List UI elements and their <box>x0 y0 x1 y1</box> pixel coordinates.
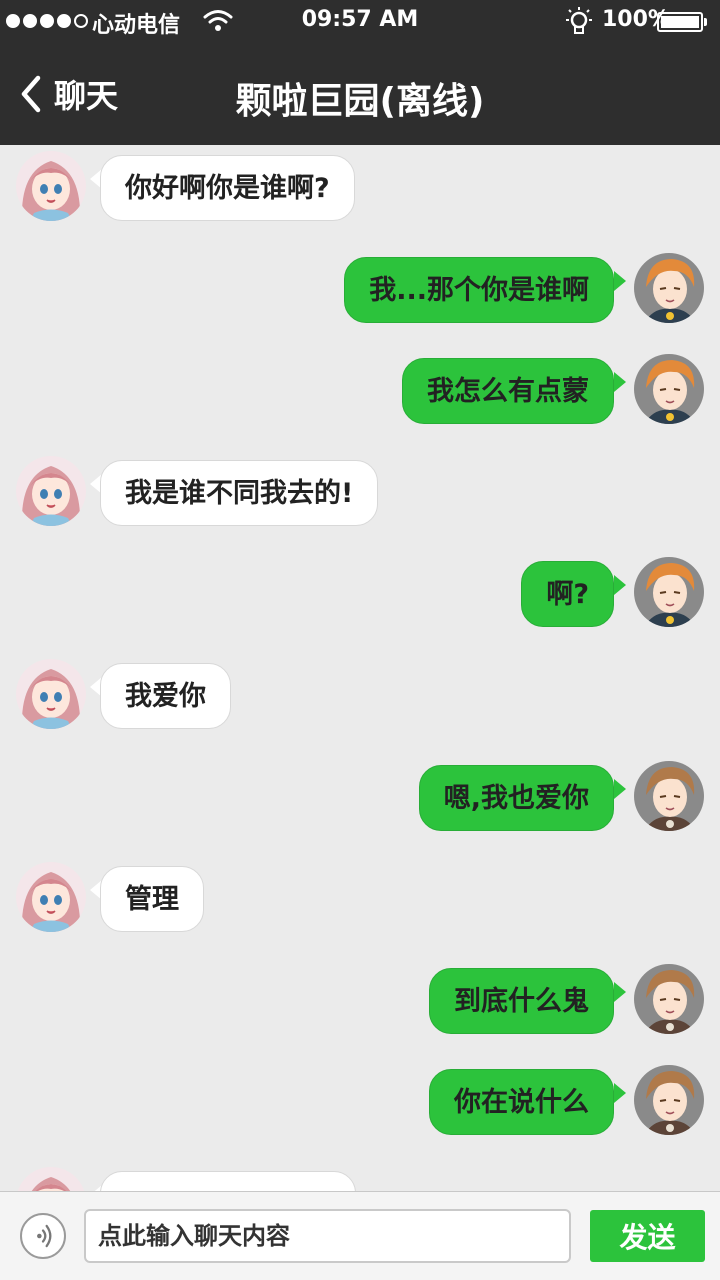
outgoing-message: 到底什么鬼 <box>0 958 720 1034</box>
bubble-tail <box>614 575 626 595</box>
pink-hair-girl-avatar[interactable] <box>16 862 86 932</box>
send-button[interactable]: 发送 <box>590 1210 705 1262</box>
voice-icon[interactable] <box>20 1213 66 1259</box>
pink-hair-girl-avatar[interactable] <box>16 659 86 729</box>
message-bubble[interactable]: 管理 <box>100 866 204 932</box>
incoming-message: 我是谁不同我去的! <box>0 450 720 526</box>
pink-hair-girl-avatar[interactable] <box>16 456 86 526</box>
outgoing-message: 我怎么有点蒙 <box>0 348 720 424</box>
brown-hair-boy-avatar[interactable] <box>634 761 704 831</box>
pink-hair-girl-avatar[interactable] <box>16 151 86 221</box>
pink-hair-girl-avatar[interactable] <box>16 1167 86 1191</box>
message-bubble[interactable]: 到底什么鬼 <box>429 968 614 1034</box>
message-bubble[interactable]: 你好啊你是谁啊? <box>100 155 355 221</box>
top-bar: 心动电信 09:57 AM 100% 聊天 颗啦巨园(离线) <box>0 0 720 145</box>
brown-hair-boy-avatar[interactable] <box>634 1065 704 1135</box>
chat-input[interactable] <box>84 1209 571 1263</box>
bubble-tail <box>614 1083 626 1103</box>
nav-bar: 聊天 颗啦巨园(离线) <box>0 44 720 145</box>
orange-hair-boy-winking-avatar[interactable] <box>634 253 704 323</box>
incoming-message: 管理 <box>0 856 720 932</box>
incoming-message: 你好啊你是谁啊? <box>0 145 720 221</box>
status-bar: 心动电信 09:57 AM 100% <box>0 0 720 44</box>
incoming-message <box>0 1161 720 1191</box>
outgoing-message: 我...那个你是谁啊 <box>0 247 720 323</box>
message-bubble[interactable]: 啊? <box>521 561 614 627</box>
message-bubble[interactable]: 我...那个你是谁啊 <box>344 257 614 323</box>
orange-hair-boy-winking-avatar[interactable] <box>634 557 704 627</box>
outgoing-message: 你在说什么 <box>0 1059 720 1135</box>
bubble-tail <box>614 779 626 799</box>
message-list[interactable]: 你好啊你是谁啊? 我...那个你是谁啊我怎么有点蒙 我是谁不同我去的! 啊? 我爱你嗯,… <box>0 145 720 1191</box>
lightbulb-icon <box>566 7 592 34</box>
battery-icon <box>657 12 703 32</box>
battery-tip <box>704 18 707 26</box>
chat-title: 颗啦巨园(离线) <box>235 81 485 122</box>
message-bubble[interactable]: 我是谁不同我去的! <box>100 460 379 526</box>
message-bubble[interactable] <box>100 1171 356 1191</box>
message-bubble[interactable]: 我爱你 <box>100 663 231 729</box>
message-bubble[interactable]: 我怎么有点蒙 <box>402 358 614 424</box>
orange-hair-boy-winking-avatar[interactable] <box>634 354 704 424</box>
message-bubble[interactable]: 你在说什么 <box>429 1069 614 1135</box>
battery-level <box>661 16 699 28</box>
outgoing-message: 啊? <box>0 551 720 627</box>
incoming-message: 我爱你 <box>0 653 720 729</box>
message-bubble[interactable]: 嗯,我也爱你 <box>418 765 614 831</box>
brown-hair-boy-avatar[interactable] <box>634 964 704 1034</box>
bubble-tail <box>614 982 626 1002</box>
bubble-tail <box>614 372 626 392</box>
bubble-tail <box>614 271 626 291</box>
outgoing-message: 嗯,我也爱你 <box>0 755 720 831</box>
input-bar: 发送 <box>0 1191 720 1280</box>
